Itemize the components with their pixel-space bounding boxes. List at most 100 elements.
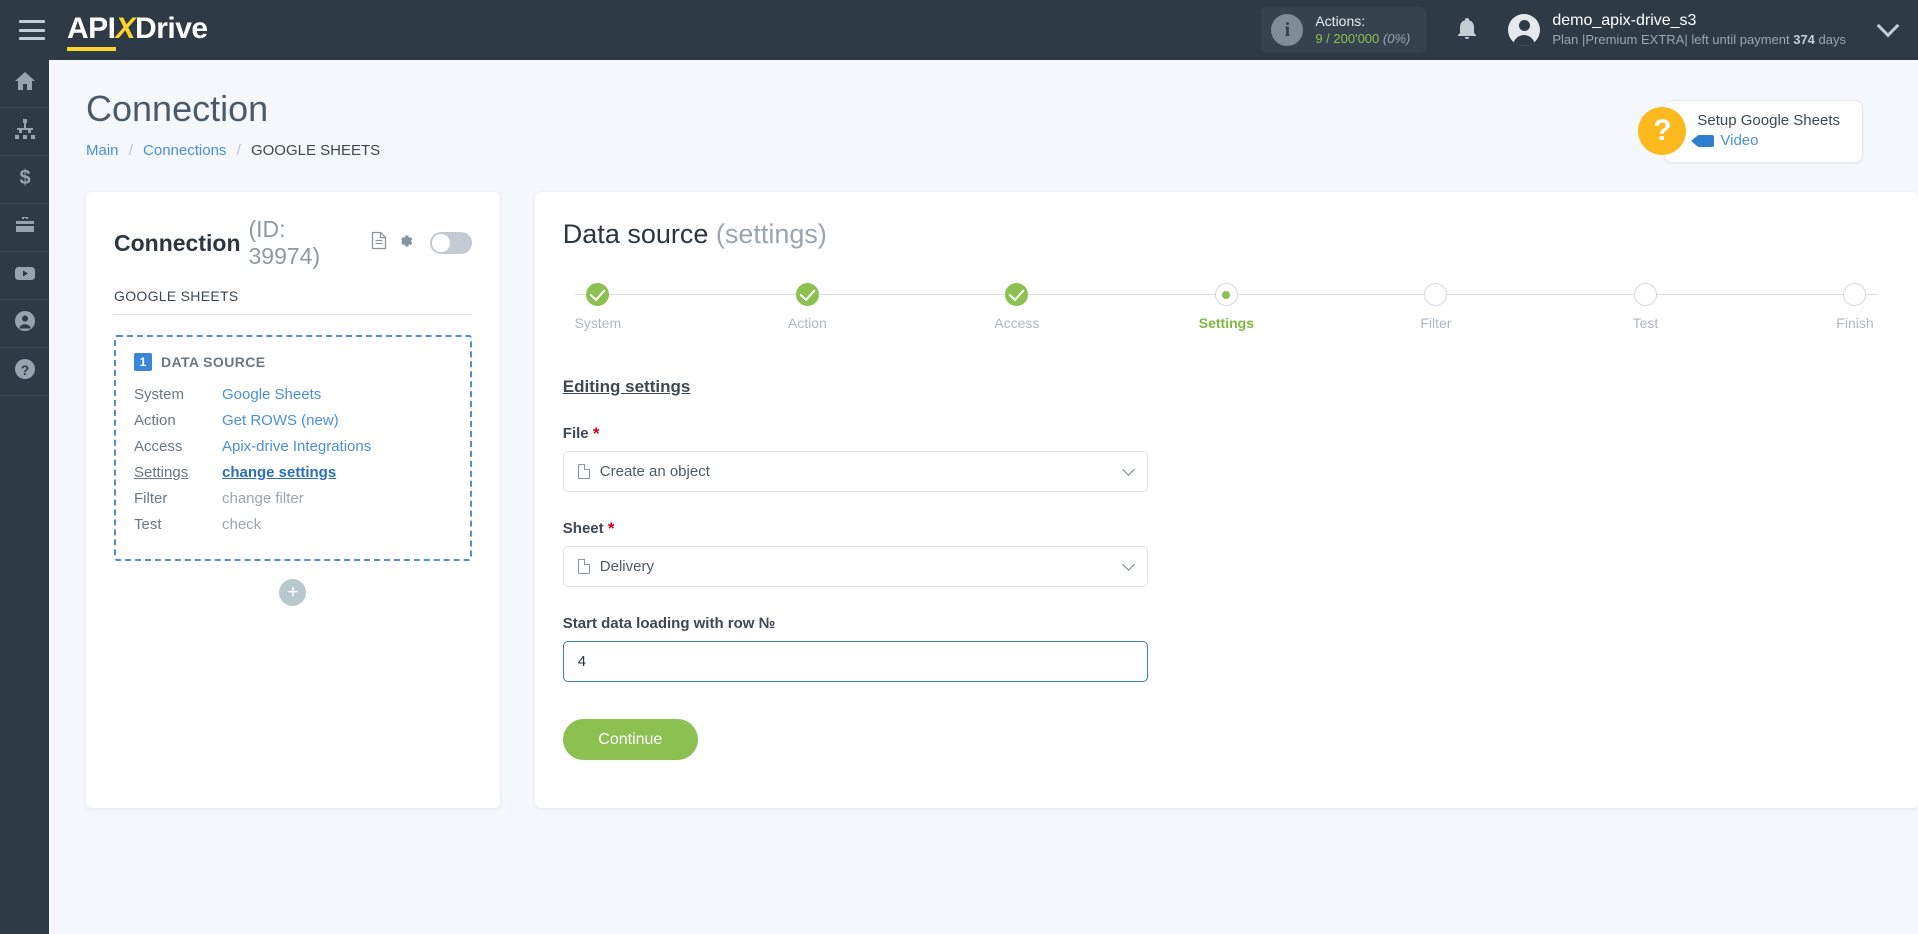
apix-drive-logo[interactable]: APIXDrive — [67, 11, 208, 51]
row-key: Test — [134, 515, 162, 533]
connection-card: Connection (ID: 39974) GOOGLE SHEETS 1 D… — [86, 192, 500, 808]
chevron-down-icon — [1121, 557, 1135, 571]
sidebar-item-billing[interactable]: $ — [0, 156, 49, 204]
plan-suffix: | left until payment — [1684, 31, 1794, 47]
plan-days: 374 — [1793, 31, 1815, 47]
connection-card-title: Connection — [114, 229, 241, 256]
file-icon — [577, 464, 590, 479]
youtube-icon — [13, 261, 37, 290]
step-finish[interactable]: Finish — [1820, 283, 1890, 331]
user-plan: Plan |Premium EXTRA| left until payment … — [1552, 32, 1846, 49]
file-select-value: Create an object — [599, 463, 710, 480]
actions-text: Actions: 9 / 200'000 (0%) — [1315, 13, 1410, 47]
row-value-action[interactable]: Get ROWS (new) — [222, 411, 339, 431]
field-sheet-label-text: Sheet — [562, 520, 604, 537]
field-file: File * Create an object — [562, 425, 1148, 492]
row-value-filter[interactable]: change filter — [222, 489, 304, 509]
step-system[interactable]: System — [563, 283, 633, 331]
user-menu[interactable]: demo_apix-drive_s3 Plan |Premium EXTRA| … — [1508, 11, 1846, 49]
row-value-test[interactable]: check — [222, 515, 261, 535]
step-action[interactable]: Action — [772, 283, 842, 331]
breadcrumb-main[interactable]: Main — [86, 142, 119, 159]
home-icon — [13, 69, 37, 98]
step-label: Test — [1632, 315, 1659, 331]
user-text: demo_apix-drive_s3 Plan |Premium EXTRA| … — [1552, 11, 1846, 49]
data-source-row-settings: Settings change settings — [134, 463, 452, 483]
document-icon[interactable] — [371, 231, 387, 255]
step-dot-pending-icon — [1424, 283, 1448, 306]
user-name: demo_apix-drive_s3 — [1552, 12, 1697, 30]
settings-panel: Data source (settings) System Action Acc… — [534, 192, 1918, 808]
setup-video-card[interactable]: Setup Google Sheets Video — [1664, 100, 1863, 163]
data-source-row-system: System Google Sheets — [134, 385, 452, 405]
step-filter[interactable]: Filter — [1401, 283, 1471, 331]
setup-video-label: Video — [1720, 132, 1759, 150]
actions-count-value: 9 / 200'000 — [1315, 30, 1380, 46]
sidebar-item-business[interactable] — [0, 204, 49, 252]
hamburger-menu-icon[interactable] — [19, 20, 45, 40]
sidebar-item-home[interactable] — [0, 60, 49, 108]
step-dot-done-icon — [795, 283, 819, 306]
video-camera-icon — [1691, 135, 1715, 148]
sidebar-item-account[interactable] — [0, 300, 49, 348]
file-select[interactable]: Create an object — [562, 451, 1148, 492]
breadcrumb-connections[interactable]: Connections — [143, 142, 226, 159]
row-value-access[interactable]: Apix-drive Integrations — [222, 437, 371, 457]
briefcase-icon — [13, 213, 37, 242]
setup-video-title: Setup Google Sheets — [1697, 112, 1840, 129]
step-label: Filter — [1420, 315, 1452, 331]
breadcrumb-separator-2: / — [236, 142, 241, 159]
step-label: Access — [994, 315, 1040, 331]
data-source-header: 1 DATA SOURCE — [134, 353, 452, 371]
row-value-system[interactable]: Google Sheets — [222, 385, 321, 405]
logo-x: X — [115, 11, 136, 45]
data-source-block: 1 DATA SOURCE System Google Sheets Actio… — [114, 335, 472, 561]
step-label: System — [574, 315, 622, 331]
step-access[interactable]: Access — [982, 283, 1052, 331]
setup-video-badge[interactable]: ? Setup Google Sheets Video — [1638, 100, 1863, 163]
field-file-label: File * — [563, 425, 1148, 442]
user-circle-icon — [13, 309, 37, 338]
actions-quota-box[interactable]: i Actions: 9 / 200'000 (0%) — [1261, 7, 1427, 53]
svg-text:$: $ — [19, 167, 30, 189]
plan-prefix: Plan | — [1552, 31, 1586, 47]
data-source-row-action: Action Get ROWS (new) — [134, 411, 452, 431]
row-value-settings[interactable]: change settings — [222, 463, 336, 483]
step-label: Finish — [1836, 315, 1874, 331]
sidebar-item-help[interactable]: ? — [0, 348, 49, 396]
gear-icon[interactable] — [396, 232, 414, 255]
sitemap-icon — [13, 117, 37, 146]
step-dot-done-icon — [586, 283, 610, 306]
add-step-button[interactable]: + — [279, 578, 307, 606]
step-dot-active-icon — [1214, 283, 1238, 306]
chevron-down-icon[interactable] — [1876, 14, 1900, 38]
sidebar-item-video[interactable] — [0, 252, 49, 300]
left-nav-rail: $ ? — [0, 60, 49, 934]
connection-card-header: Connection (ID: 39974) — [114, 216, 472, 270]
row-key: Filter — [134, 489, 168, 507]
plan-name: Premium EXTRA — [1585, 31, 1685, 47]
question-circle-icon: ? — [13, 357, 37, 386]
connection-enable-toggle[interactable] — [429, 232, 472, 254]
page-body: Connection Main / Connections / GOOGLE S… — [49, 60, 1918, 934]
step-settings[interactable]: Settings — [1191, 283, 1261, 331]
avatar — [1508, 14, 1541, 46]
data-source-heading: DATA SOURCE — [161, 354, 266, 370]
form-heading: Editing settings — [562, 377, 691, 396]
actions-percent: (0%) — [1382, 30, 1411, 46]
start-row-input[interactable] — [562, 641, 1148, 682]
step-test[interactable]: Test — [1610, 283, 1680, 331]
step-dot-pending-icon — [1843, 283, 1867, 306]
continue-button[interactable]: Continue — [562, 719, 698, 760]
breadcrumb-separator-1: / — [128, 142, 133, 159]
sheet-select[interactable]: Delivery — [562, 546, 1148, 587]
step-dot-done-icon — [1005, 283, 1029, 306]
sidebar-item-connections[interactable] — [0, 108, 49, 156]
bell-icon[interactable] — [1456, 16, 1478, 45]
data-source-row-test: Test check — [134, 515, 452, 535]
logo-api: API — [67, 11, 116, 51]
stepper-steps: System Action Access Settings Filter Tes… — [563, 283, 1890, 331]
data-source-row-access: Access Apix-drive Integrations — [134, 437, 452, 457]
setup-video-link[interactable]: Video — [1691, 131, 1840, 151]
field-file-label-text: File — [562, 425, 589, 442]
